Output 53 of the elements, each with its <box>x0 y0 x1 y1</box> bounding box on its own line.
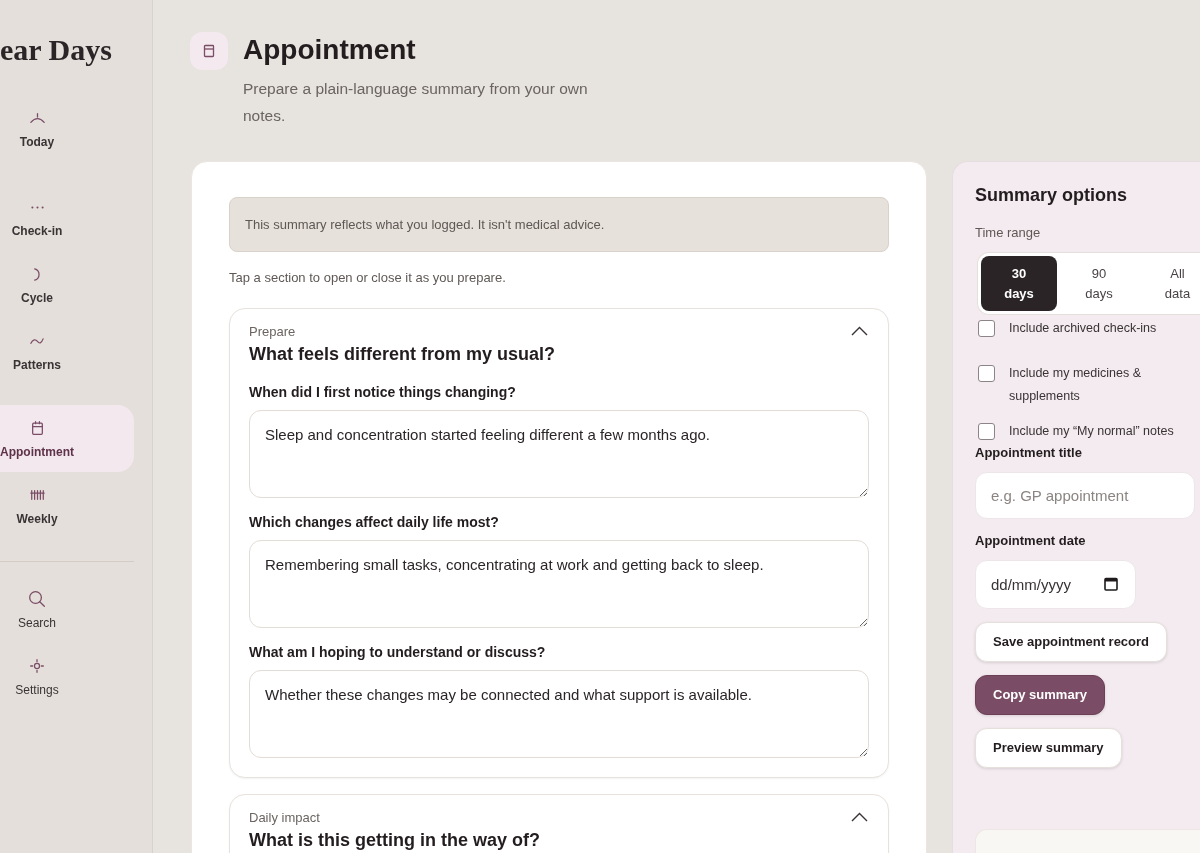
calendar-icon[interactable] <box>1104 577 1118 591</box>
section-title: What is this getting in the way of? <box>249 829 540 851</box>
field-label: Appointment date <box>975 532 1086 550</box>
hint-text: Tap a section to open or close it as you prepare. <box>229 269 506 287</box>
answer-field[interactable]: Remembering small tasks, concentrating at work and getting back to sleep. <box>249 540 869 628</box>
checkbox[interactable] <box>978 365 995 382</box>
checkbox[interactable] <box>978 423 995 440</box>
question-label: When did I first notice things changing? <box>249 383 516 402</box>
calendar-icon <box>190 32 228 70</box>
page-title: Appointment <box>243 33 416 67</box>
section-label: Prepare <box>249 323 296 341</box>
answer-field[interactable]: Whether these changes may be connected and what support is available. <box>249 670 869 758</box>
chevron-up-icon[interactable] <box>851 326 868 336</box>
nav-item[interactable]: Check-in <box>0 184 134 251</box>
secondary-button[interactable]: Preview summary <box>975 728 1122 768</box>
panel-title: Summary options <box>975 184 1128 207</box>
answer-field[interactable]: Sleep and concentration started feeling different a few months ago. <box>249 410 869 498</box>
page-subtitle: Prepare a plain-language summary from your own notes. <box>243 79 589 126</box>
settings-icon <box>30 659 44 673</box>
nav-item[interactable]: Settings <box>0 643 134 710</box>
nav-item[interactable]: Cycle <box>0 251 134 318</box>
nav-item[interactable]: Patterns <box>0 318 134 385</box>
time-range-tab[interactable]: 30 days <box>981 256 1057 311</box>
checkbox-label[interactable]: Include my “My normal” notes <box>1009 420 1174 443</box>
field-label: Time range <box>975 224 1041 242</box>
secondary-button[interactable]: Save appointment record <box>975 622 1168 662</box>
wave-icon <box>30 338 44 344</box>
calendar-icon <box>31 421 43 435</box>
section-title: What feels different from my usual? <box>249 343 556 365</box>
tally-icon <box>29 490 45 500</box>
time-range-tab[interactable]: 90 days <box>1061 256 1137 311</box>
horizon-arc-icon <box>29 113 45 123</box>
nav-item[interactable]: Weekly <box>0 472 134 539</box>
notice-banner: This summary reflects what you logged. It isn't medical advice. <box>229 197 889 252</box>
checkbox[interactable] <box>978 320 995 337</box>
primary-button[interactable]: Copy summary <box>975 675 1105 715</box>
checkbox-label[interactable]: Include my medicines & supplements <box>1009 362 1189 408</box>
question-label: What am I hoping to understand or discuss? <box>249 643 546 662</box>
arc-icon <box>33 267 41 281</box>
section-label: Daily impact <box>249 809 320 827</box>
nav-item[interactable]: Appointment <box>0 405 134 472</box>
question-label: Which changes affect daily life most? <box>249 513 499 532</box>
time-range-tab[interactable]: All data <box>1141 256 1200 311</box>
dots-icon <box>30 205 44 209</box>
nav-item[interactable]: Today <box>0 95 134 162</box>
checkbox-label[interactable]: Include archived check-ins <box>1009 317 1157 340</box>
chevron-up-icon[interactable] <box>851 812 868 822</box>
title-field[interactable]: e.g. GP appointment <box>975 472 1195 519</box>
nav-item[interactable]: Search <box>0 576 134 643</box>
field-label: Appointment title <box>975 444 1082 462</box>
date-field[interactable]: dd/mm/yyyy <box>975 560 1136 609</box>
app-name: ear Days <box>0 32 112 68</box>
search-icon <box>29 591 45 607</box>
